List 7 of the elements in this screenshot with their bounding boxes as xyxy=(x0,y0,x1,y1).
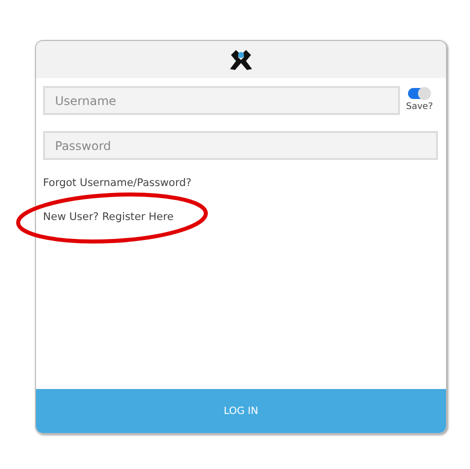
text-link[interactable]: Forgot Username/Password? xyxy=(43,177,192,189)
save-label: Save? xyxy=(406,102,433,112)
save-toggle[interactable] xyxy=(408,88,430,99)
username-field[interactable]: Username xyxy=(43,86,400,115)
text-link[interactable]: New User? Register Here xyxy=(43,211,174,223)
password-field[interactable]: Password xyxy=(43,131,438,160)
logo-icon xyxy=(228,48,254,70)
